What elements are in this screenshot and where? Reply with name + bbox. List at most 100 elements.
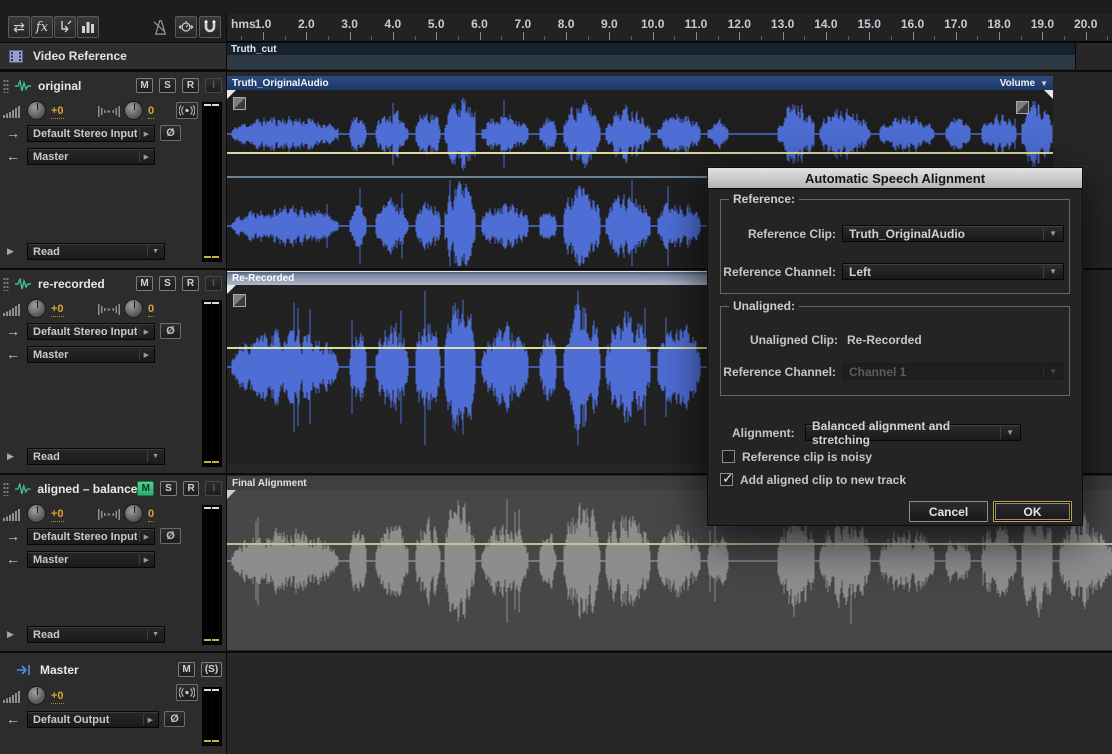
master-solo-button[interactable]: (S)	[201, 662, 222, 677]
volume-knob[interactable]	[27, 299, 46, 318]
monitor-input-button[interactable]: I	[205, 276, 222, 291]
volume-value[interactable]: +0	[51, 105, 64, 119]
fade-out-handle[interactable]	[1016, 101, 1029, 114]
arm-record-button[interactable]: R	[183, 481, 200, 496]
clip-envelope-selector[interactable]: Volume ▼	[1000, 78, 1048, 89]
chevron-down-icon: ▼	[1049, 267, 1057, 276]
expand-triangle-icon[interactable]: ▶	[7, 246, 14, 257]
ruler-tick-label: 16.0	[901, 17, 924, 31]
expand-triangle-icon[interactable]: ▶	[7, 629, 14, 640]
track-name: re-recorded	[38, 277, 136, 291]
sends-button[interactable]	[54, 16, 76, 38]
solo-button[interactable]: S	[159, 276, 176, 291]
chevron-right-icon: ▶	[144, 556, 149, 564]
track-drag-handle[interactable]	[3, 79, 9, 93]
mute-button[interactable]: M	[136, 78, 153, 93]
chevron-right-icon: ▶	[148, 716, 153, 724]
effects-button[interactable]: fx	[31, 16, 53, 38]
automation-mode-select[interactable]: Read▼	[27, 243, 165, 260]
ok-button[interactable]: OK	[993, 501, 1072, 522]
video-reference-track-header[interactable]: Video Reference	[0, 42, 226, 70]
editor-toolbar: ⇄ fx	[0, 14, 226, 41]
fade-in-handle[interactable]	[233, 294, 246, 307]
input-select[interactable]: Default Stereo Input▶	[27, 528, 155, 545]
ruler-tick-label: 8.0	[558, 17, 575, 31]
pan-knob[interactable]	[124, 504, 143, 523]
add-aligned-clip-checkbox[interactable]	[720, 473, 733, 486]
unaligned-group-legend: Unaligned:	[729, 299, 799, 313]
output-select[interactable]: Default Output▶	[27, 711, 159, 728]
volume-knob[interactable]	[27, 101, 46, 120]
io-routing-button[interactable]: ⇄	[8, 16, 30, 38]
output-select[interactable]: Master▶	[27, 148, 155, 165]
pan-value[interactable]: 0	[148, 303, 154, 317]
phase-invert-button[interactable]: Ø	[160, 528, 181, 544]
reference-group-legend: Reference:	[729, 192, 799, 206]
mute-button[interactable]: M	[136, 276, 153, 291]
clip-title: Truth_OriginalAudio	[232, 78, 329, 89]
phase-invert-button[interactable]: Ø	[160, 323, 181, 339]
volume-value[interactable]: +0	[51, 508, 64, 522]
metronome-icon	[152, 19, 169, 36]
pan-knob[interactable]	[124, 299, 143, 318]
reference-clip-noisy-label: Reference clip is noisy	[742, 450, 872, 464]
volume-value[interactable]: +0	[51, 303, 64, 317]
unaligned-channel-label: Reference Channel:	[723, 365, 836, 379]
snap-button[interactable]	[199, 16, 221, 38]
pan-value[interactable]: 0	[148, 105, 154, 119]
filmstrip-icon	[9, 50, 23, 63]
eq-button[interactable]	[77, 16, 99, 38]
clip-title: Final Alignment	[232, 478, 307, 489]
ruler-tick-label: 14.0	[814, 17, 837, 31]
ruler-tick-label: 3.0	[341, 17, 358, 31]
volume-envelope-line[interactable]	[227, 543, 1112, 545]
phase-invert-button[interactable]: Ø	[160, 125, 181, 141]
mute-button[interactable]: M	[178, 662, 195, 677]
automation-mode-select[interactable]: Read▼	[27, 448, 165, 465]
reference-clip-select[interactable]: Truth_OriginalAudio▼	[842, 225, 1064, 242]
chevron-down-icon: ▼	[1049, 229, 1057, 238]
automation-mode-select[interactable]: Read▼	[27, 626, 165, 643]
pan-knob[interactable]	[124, 101, 143, 120]
pan-value[interactable]: 0	[148, 508, 154, 522]
track-name: Master	[40, 663, 178, 677]
clip-corner	[227, 285, 236, 294]
timeline-ruler[interactable]: hms 1.02.03.04.05.06.07.08.09.010.011.01…	[226, 14, 1112, 42]
chevron-right-icon: ▶	[144, 130, 149, 138]
input-select[interactable]: Default Stereo Input▶	[27, 323, 155, 340]
cancel-button[interactable]: Cancel	[909, 501, 988, 522]
level-meter	[202, 687, 222, 746]
phase-invert-button[interactable]: Ø	[164, 711, 185, 727]
monitor-input-button[interactable]: I	[205, 78, 222, 93]
arm-record-button[interactable]: R	[182, 276, 199, 291]
video-clip-title: Truth_cut	[227, 43, 1075, 55]
reference-clip-noisy-checkbox[interactable]	[722, 450, 735, 463]
volume-fader-icon	[3, 690, 24, 703]
monitor-speaker-button[interactable]	[176, 684, 198, 701]
metronome-toggle[interactable]	[150, 17, 170, 37]
solo-button[interactable]: S	[159, 78, 176, 93]
mute-button-active[interactable]: M	[137, 481, 154, 496]
volume-value[interactable]: +0	[51, 690, 64, 704]
volume-knob[interactable]	[27, 686, 46, 705]
track-drag-handle[interactable]	[3, 277, 9, 291]
output-select[interactable]: Master▶	[27, 346, 155, 363]
track-panel-master: Master M (S) +0 ← Default Output▶ Ø	[0, 651, 226, 754]
solo-button[interactable]: S	[160, 481, 177, 496]
alignment-select[interactable]: Balanced alignment and stretching▼	[805, 424, 1021, 441]
arm-record-button[interactable]: R	[182, 78, 199, 93]
level-meter	[202, 505, 222, 645]
volume-knob[interactable]	[27, 504, 46, 523]
monitor-speaker-button[interactable]	[176, 102, 198, 119]
volume-envelope-line[interactable]	[227, 152, 1053, 154]
input-select[interactable]: Default Stereo Input▶	[27, 125, 155, 142]
video-clip-truth-cut[interactable]: Truth_cut	[227, 43, 1076, 69]
reference-channel-select[interactable]: Left▼	[842, 263, 1064, 280]
output-select[interactable]: Master▶	[27, 551, 155, 568]
expand-triangle-icon[interactable]: ▶	[7, 451, 14, 462]
dialog-title[interactable]: Automatic Speech Alignment	[708, 168, 1082, 189]
monitor-input-button[interactable]: I	[205, 481, 222, 496]
track-drag-handle[interactable]	[3, 482, 9, 496]
unaligned-clip-label: Unaligned Clip:	[750, 333, 838, 347]
sync-lock-button[interactable]	[175, 16, 197, 38]
